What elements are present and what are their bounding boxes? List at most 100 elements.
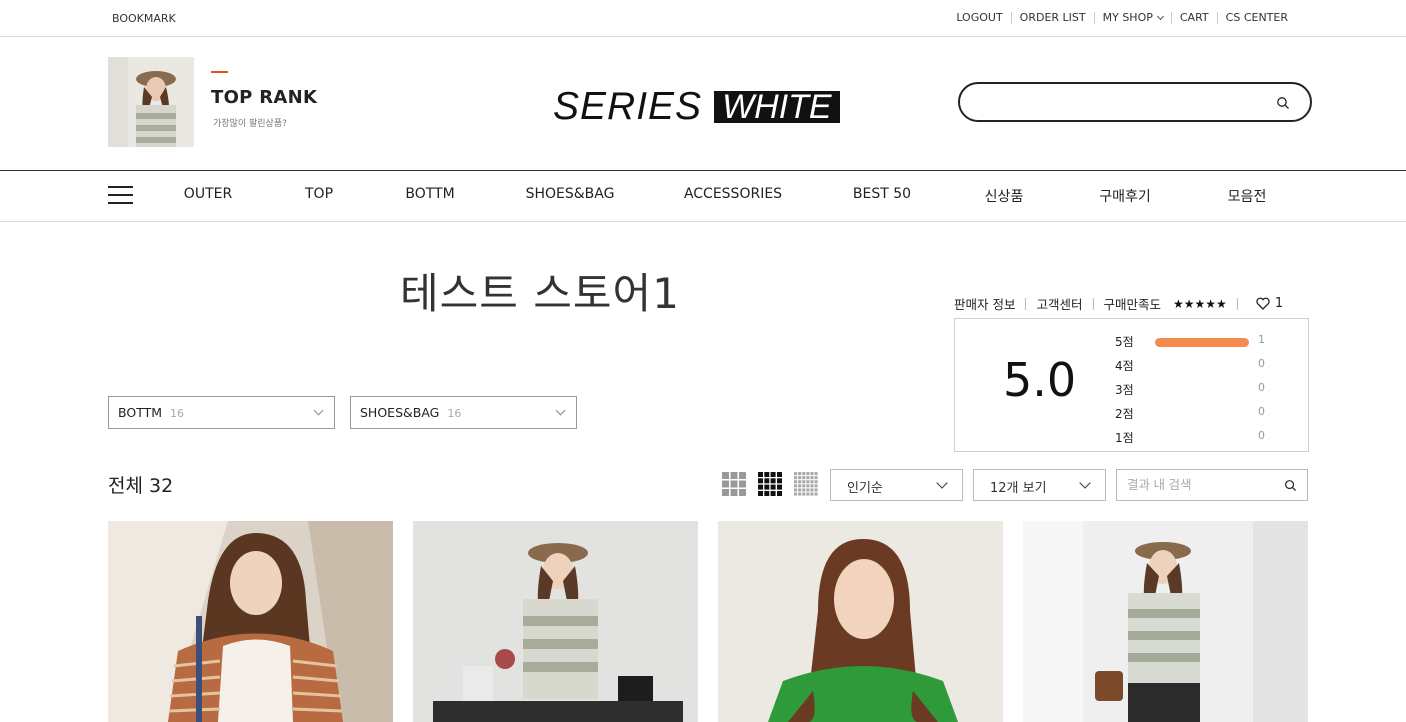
cart-link[interactable]: CART — [1170, 11, 1217, 24]
seller-links: 판매자 정보 고객센터 구매만족도 ★★★★★ 1 — [954, 294, 1283, 313]
nav-item-reviews[interactable]: 구매후기 — [1099, 186, 1151, 206]
product-image — [1023, 521, 1308, 722]
nav-item-best-50[interactable]: BEST 50 — [853, 186, 911, 202]
rating-row-label: 5점 — [1115, 335, 1134, 349]
rating-bar — [1155, 362, 1249, 371]
cs-center-label: CS CENTER — [1225, 11, 1288, 24]
store-title: 테스트 스토어1 — [400, 269, 680, 318]
likes-count: 1 — [1274, 296, 1284, 311]
chevron-down-icon — [1156, 12, 1164, 20]
logout-link[interactable]: LOGOUT — [948, 12, 1010, 24]
nav-item-accessories[interactable]: ACCESSORIES — [684, 186, 782, 202]
rating-row-count: 0 — [1258, 405, 1265, 418]
order-list-link[interactable]: ORDER LIST — [1010, 11, 1094, 24]
chevron-down-icon — [555, 405, 566, 416]
top-rank-thumbnail[interactable] — [108, 57, 194, 147]
rating-bar — [1155, 338, 1249, 347]
rating-row: 5점 1 — [1115, 329, 1295, 353]
rating-bar — [1155, 434, 1249, 443]
rating-row: 1점 0 — [1115, 425, 1295, 449]
grid-3-view-icon[interactable] — [722, 472, 746, 496]
chevron-down-icon — [1079, 477, 1091, 489]
divider — [1092, 297, 1094, 310]
grid-4-view-icon[interactable] — [758, 472, 782, 496]
product-image — [413, 521, 698, 722]
per-page-dropdown[interactable]: 12개 보기 — [973, 469, 1106, 501]
product-card[interactable] — [108, 521, 393, 722]
rating-row-count: 1 — [1258, 333, 1265, 346]
category-filter-shoes-bag[interactable]: SHOES&BAG 16 — [350, 396, 577, 429]
nav-item-collection[interactable]: 모음전 — [1228, 186, 1267, 206]
sort-value: 인기순 — [847, 481, 883, 496]
rating-summary: 5.0 5점 1 4점 0 3점 0 2점 0 1점 0 — [954, 318, 1309, 452]
rating-bar — [1155, 386, 1249, 395]
customer-center-link[interactable]: 고객센터 — [1036, 294, 1082, 313]
logo-text-series: SERIES — [553, 85, 703, 128]
filter-name: BOTTM — [118, 405, 163, 420]
main-nav: OUTER TOP BOTTM SHOES&BAG ACCESSORIES BE… — [0, 171, 1406, 222]
divider — [1025, 297, 1027, 310]
rating-bar — [1155, 410, 1249, 419]
product-card[interactable] — [413, 521, 698, 722]
product-card[interactable] — [1023, 521, 1308, 722]
logout-label: LOGOUT — [956, 11, 1003, 24]
per-page-value: 12개 보기 — [990, 481, 1047, 496]
satisfaction-label: 구매만족도 — [1103, 297, 1162, 312]
rating-row: 2점 0 — [1115, 401, 1295, 425]
order-list-label: ORDER LIST — [1019, 11, 1086, 24]
filter-count: 16 — [170, 407, 185, 420]
search-icon[interactable] — [1276, 96, 1290, 110]
filter-count: 16 — [447, 407, 462, 420]
my-shop-label: MY SHOP — [1102, 11, 1153, 24]
header: TOP RANK 가장많이 팔린상품? SERIES WHITE — [0, 37, 1406, 171]
rating-row-label: 3점 — [1115, 383, 1134, 397]
filter-name: SHOES&BAG — [360, 405, 440, 420]
filter-label: SHOES&BAG 16 — [360, 405, 461, 420]
bookmark-link[interactable]: BOOKMARK — [112, 12, 176, 25]
search-input[interactable] — [976, 84, 1276, 118]
rating-score: 5.0 — [1003, 353, 1077, 407]
top-rank-title[interactable]: TOP RANK — [211, 87, 317, 108]
nav-item-bottm[interactable]: BOTTM — [405, 186, 454, 202]
product-image — [108, 521, 393, 722]
rating-row-count: 0 — [1258, 357, 1265, 370]
filter-label: BOTTM 16 — [118, 405, 184, 420]
rating-row-count: 0 — [1258, 381, 1265, 394]
product-card[interactable] — [718, 521, 1003, 722]
hamburger-menu-icon[interactable] — [108, 186, 133, 206]
rating-row: 3점 0 — [1115, 377, 1295, 401]
rating-row-label: 4점 — [1115, 359, 1134, 373]
category-filter-bottm[interactable]: BOTTM 16 — [108, 396, 335, 429]
search-box — [958, 82, 1312, 122]
nav-item-shoes-bag[interactable]: SHOES&BAG — [526, 186, 615, 202]
rating-row-count: 0 — [1258, 429, 1265, 442]
heart-icon[interactable] — [1256, 297, 1270, 310]
logo-text-white: WHITE — [714, 90, 840, 124]
search-icon[interactable] — [1284, 479, 1297, 492]
rating-bar-fill — [1155, 338, 1249, 347]
my-shop-link[interactable]: MY SHOP — [1093, 11, 1171, 24]
nav-item-new-products[interactable]: 신상품 — [985, 186, 1024, 206]
total-count: 전체 32 — [108, 475, 174, 497]
chevron-down-icon — [313, 405, 324, 416]
divider — [1236, 297, 1238, 310]
result-search-box — [1116, 469, 1308, 501]
grid-6-view-icon[interactable] — [794, 472, 818, 496]
cs-center-link[interactable]: CS CENTER — [1216, 11, 1296, 24]
rating-row-label: 2점 — [1115, 407, 1134, 421]
result-search-input[interactable] — [1127, 475, 1277, 495]
chevron-down-icon — [936, 477, 948, 489]
seller-info-link[interactable]: 판매자 정보 — [954, 294, 1015, 313]
top-bar: BOOKMARK LOGOUT ORDER LIST MY SHOP CART … — [0, 0, 1406, 37]
rank-accent-bar — [211, 71, 228, 73]
nav-item-outer[interactable]: OUTER — [184, 186, 232, 202]
cart-label: CART — [1179, 11, 1209, 24]
nav-item-top[interactable]: TOP — [305, 186, 333, 202]
rating-row: 4점 0 — [1115, 353, 1295, 377]
top-rank-subtitle: 가장많이 팔린상품? — [213, 119, 287, 129]
product-image — [718, 521, 1003, 722]
rating-stars: ★★★★★ — [1173, 296, 1227, 311]
rating-row-label: 1점 — [1115, 431, 1134, 445]
sort-dropdown[interactable]: 인기순 — [830, 469, 963, 501]
site-logo[interactable]: SERIES WHITE — [553, 85, 840, 129]
